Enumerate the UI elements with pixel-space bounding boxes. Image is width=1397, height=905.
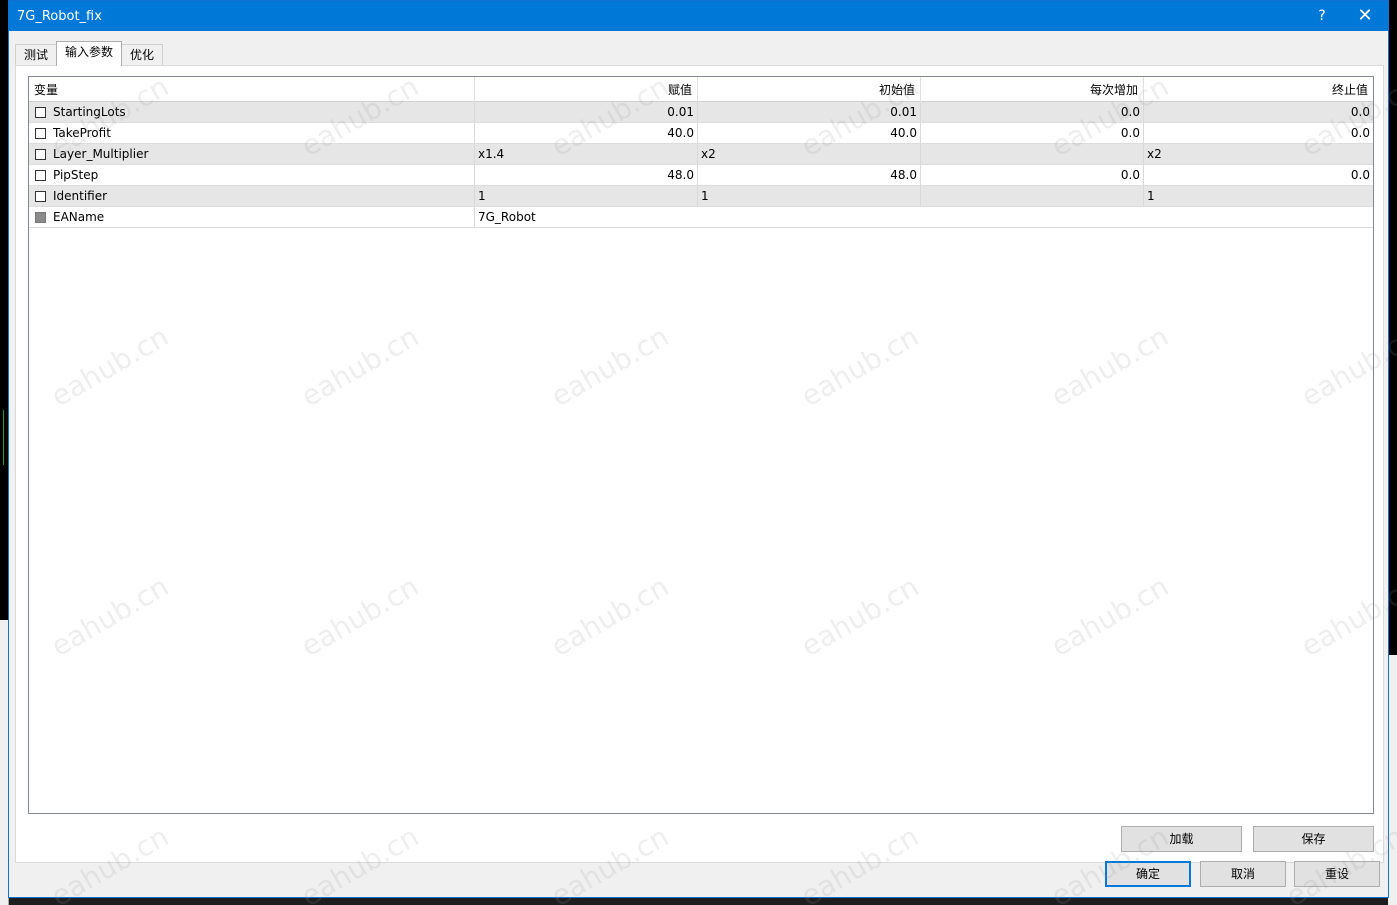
param-name: StartingLots [53,105,126,119]
optimize-checkbox[interactable] [35,127,46,139]
column-header-stop[interactable]: 终止值 [1144,77,1373,102]
param-value[interactable]: 48.0 [475,165,698,185]
param-start[interactable]: 40.0 [698,123,921,143]
column-header-value[interactable]: 赋值 [475,77,698,102]
param-stop[interactable]: 0.0 [1144,165,1373,185]
param-name: TakeProfit [53,126,111,140]
input-parameters-dialog: 7G_Robot_fix ? ✕ 测试 输入参数 优化 变量 赋值 初始值 每次… [8,0,1389,898]
param-start[interactable]: 48.0 [698,165,921,185]
param-step[interactable]: 0.0 [921,123,1144,143]
param-step[interactable] [921,144,1144,164]
background-panel-right [1388,655,1397,905]
help-icon[interactable]: ? [1310,6,1334,26]
table-row[interactable]: StartingLots 0.01 0.01 0.0 0.0 [29,102,1373,123]
param-step[interactable]: 0.0 [921,102,1144,122]
tab-optimization[interactable]: 优化 [121,44,164,66]
optimize-checkbox[interactable] [35,148,46,160]
tab-strip: 测试 输入参数 优化 [15,41,164,66]
tab-test[interactable]: 测试 [15,44,58,66]
param-value[interactable]: 40.0 [475,123,698,143]
param-name: Identifier [53,189,108,203]
window-title: 7G_Robot_fix [17,8,102,24]
background-chart-right [1388,0,1397,905]
param-stop[interactable]: 1 [1144,186,1373,206]
optimize-checkbox[interactable] [35,190,46,202]
param-step[interactable]: 0.0 [921,165,1144,185]
close-icon[interactable]: ✕ [1350,4,1380,28]
param-start[interactable]: 1 [698,186,921,206]
parameters-grid[interactable]: 变量 赋值 初始值 每次增加 终止值 StartingLots 0.01 0.0… [28,76,1374,814]
tab-input-parameters[interactable]: 输入参数 [56,41,123,66]
param-start[interactable]: 0.01 [698,102,921,122]
param-step[interactable] [921,186,1144,206]
table-row[interactable]: TakeProfit 40.0 40.0 0.0 0.0 [29,123,1373,144]
title-bar[interactable]: 7G_Robot_fix ? ✕ [9,1,1388,31]
optimize-checkbox[interactable] [35,106,46,118]
param-value[interactable]: 7G_Robot [475,207,1373,227]
tab-panel: 变量 赋值 初始值 每次增加 终止值 StartingLots 0.01 0.0… [15,65,1384,863]
optimize-checkbox[interactable] [35,169,46,181]
chart-line [3,410,4,465]
param-value[interactable]: 1 [475,186,698,206]
table-row[interactable]: Identifier 1 1 1 [29,186,1373,207]
param-name: Layer_Multiplier [53,147,149,161]
ok-button[interactable]: 确定 [1105,861,1191,887]
param-stop[interactable]: 0.0 [1144,123,1373,143]
param-value[interactable]: 0.01 [475,102,698,122]
table-row[interactable]: PipStep 48.0 48.0 0.0 0.0 [29,165,1373,186]
grid-header: 变量 赋值 初始值 每次增加 终止值 [29,77,1373,102]
table-row[interactable]: EAName 7G_Robot [29,207,1373,228]
param-name: PipStep [53,168,99,182]
column-header-step[interactable]: 每次增加 [921,77,1144,102]
cancel-button[interactable]: 取消 [1200,861,1286,887]
column-header-variable[interactable]: 变量 [29,77,475,102]
save-button[interactable]: 保存 [1253,826,1374,852]
column-header-start[interactable]: 初始值 [698,77,921,102]
optimize-checkbox-disabled [35,211,46,223]
param-stop[interactable]: 0.0 [1144,102,1373,122]
param-start[interactable]: x2 [698,144,921,164]
param-value[interactable]: x1.4 [475,144,698,164]
table-row[interactable]: Layer_Multiplier x1.4 x2 x2 [29,144,1373,165]
param-name: EAName [53,210,105,224]
reset-button[interactable]: 重设 [1294,861,1380,887]
load-button[interactable]: 加载 [1121,826,1242,852]
param-stop[interactable]: x2 [1144,144,1373,164]
